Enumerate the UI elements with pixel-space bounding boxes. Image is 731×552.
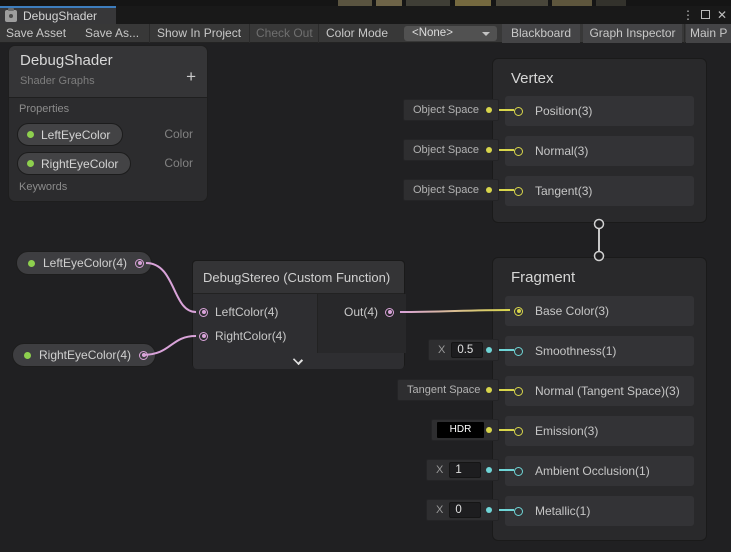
fragment-slot-base-color[interactable]: Base Color(3) (505, 296, 694, 326)
property-pill-righteyecolor[interactable]: RightEyeColor (17, 152, 131, 175)
fragment-slot-emission[interactable]: Emission(3) (505, 416, 694, 446)
position-space-dropdown[interactable]: Object Space (403, 99, 499, 121)
property-color-dot-icon (27, 160, 34, 167)
out-output-port[interactable] (385, 308, 394, 317)
normal-input-port[interactable] (514, 147, 523, 156)
tangent-input-port[interactable] (514, 187, 523, 196)
debugstereo-inputs (193, 294, 317, 353)
vertex-master-node[interactable]: Vertex Position(3) Normal(3) Tangent(3) (492, 58, 707, 223)
smoothness-value-field[interactable]: 0.5 (451, 342, 483, 358)
metallic-input-port[interactable] (514, 507, 523, 516)
ambient-occlusion-value-field[interactable]: 1 (449, 462, 481, 478)
vertex-slot-tangent[interactable]: Tangent(3) (505, 176, 694, 206)
toolbar-divider (149, 24, 150, 43)
property-type-label: Color (164, 127, 193, 141)
blackboard-toggle-button[interactable]: Blackboard (502, 24, 580, 43)
property-pill-lefteyecolor[interactable]: LeftEyeColor (17, 123, 123, 146)
properties-section-label: Properties (19, 103, 69, 115)
fragment-slot-ambient-occlusion[interactable]: Ambient Occlusion(1) (505, 456, 694, 486)
vertex-node-title: Vertex (511, 70, 554, 87)
property-color-dot-icon (24, 352, 31, 359)
dropdown-arrow-icon (482, 32, 490, 36)
hdr-color-swatch[interactable]: HDR (437, 422, 484, 438)
port-dot-icon (486, 107, 492, 113)
smoothness-input-port[interactable] (514, 347, 523, 356)
emission-input-port[interactable] (514, 427, 523, 436)
emission-color-widget[interactable]: HDR (431, 419, 499, 441)
fragment-slot-smoothness[interactable]: Smoothness(1) (505, 336, 694, 366)
add-property-button[interactable]: + (186, 68, 196, 85)
debugstereo-input-leftcolor[interactable]: LeftColor(4) (199, 305, 278, 319)
rightcolor-input-port[interactable] (199, 332, 208, 341)
blackboard-panel[interactable]: DebugShader Shader Graphs + Properties L… (8, 45, 208, 202)
main-preview-toggle-button[interactable]: Main P (686, 24, 731, 43)
property-color-dot-icon (27, 131, 34, 138)
port-dot-icon (486, 347, 492, 353)
toolbar-divider (684, 24, 685, 43)
property-type-label: Color (164, 156, 193, 170)
fragment-slot-normal[interactable]: Normal (Tangent Space)(3) (505, 376, 694, 406)
debugstereo-collapse-bar[interactable] (193, 353, 404, 369)
property-color-dot-icon (28, 260, 35, 267)
fragment-node-title: Fragment (511, 269, 575, 286)
smoothness-value-widget[interactable]: X 0.5 (428, 339, 499, 361)
vertex-bottom-stub[interactable] (595, 220, 604, 229)
port-dot-icon (486, 147, 492, 153)
close-icon[interactable]: ✕ (717, 8, 727, 22)
debugstereo-output-out[interactable]: Out(4) (344, 305, 394, 319)
lefteyecolor-output-port[interactable] (135, 259, 144, 268)
base-color-input-port[interactable] (514, 307, 523, 316)
color-mode-value: <None> (412, 27, 453, 39)
fragment-master-node[interactable]: Fragment Base Color(3) Smoothness(1) Nor… (492, 257, 707, 541)
normal-space-dropdown[interactable]: Object Space (403, 139, 499, 161)
shader-graph-icon (5, 10, 17, 22)
vertex-slot-normal[interactable]: Normal(3) (505, 136, 694, 166)
metallic-value-field[interactable]: 0 (449, 502, 481, 518)
color-mode-label: Color Mode (326, 24, 388, 43)
tab-bar: DebugShader ⋮ ✕ (0, 6, 731, 24)
tangent-space-dropdown[interactable]: Object Space (403, 179, 499, 201)
check-out-button[interactable]: Check Out (256, 24, 313, 43)
maximize-icon[interactable] (701, 10, 710, 19)
blackboard-subtitle: Shader Graphs (20, 75, 95, 87)
port-dot-icon (486, 387, 492, 393)
debugstereo-node-title: DebugStereo (Custom Function) (193, 261, 404, 294)
toolbar: Save Asset Save As... Show In Project Ch… (0, 24, 731, 43)
leftcolor-input-port[interactable] (199, 308, 208, 317)
color-mode-dropdown[interactable]: <None> (404, 26, 497, 41)
fragment-top-stub[interactable] (595, 252, 604, 261)
blackboard-title: DebugShader (20, 52, 113, 69)
tab-title: DebugShader (23, 9, 97, 23)
save-asset-button[interactable]: Save Asset (6, 24, 66, 43)
window-menu-icon[interactable]: ⋮ (682, 8, 694, 22)
tab-debugshader[interactable]: DebugShader (0, 6, 116, 24)
port-dot-icon (486, 187, 492, 193)
debugstereo-outputs (317, 294, 406, 353)
wire-lefteyecolor-to-leftcolor[interactable] (146, 263, 196, 312)
blackboard-header: DebugShader Shader Graphs + (9, 46, 207, 98)
lefteyecolor-property-node[interactable]: LeftEyeColor(4) (16, 251, 152, 275)
keywords-section-label: Keywords (19, 181, 67, 193)
fragment-slot-metallic[interactable]: Metallic(1) (505, 496, 694, 526)
ambient-occlusion-input-port[interactable] (514, 467, 523, 476)
position-input-port[interactable] (514, 107, 523, 116)
show-in-project-button[interactable]: Show In Project (157, 24, 241, 43)
port-dot-icon (486, 507, 492, 513)
port-dot-icon (486, 427, 492, 433)
vertex-slot-position[interactable]: Position(3) (505, 96, 694, 126)
righteyecolor-property-node[interactable]: RightEyeColor(4) (12, 343, 156, 367)
graph-inspector-toggle-button[interactable]: Graph Inspector (583, 24, 682, 43)
save-as-button[interactable]: Save As... (85, 24, 139, 43)
port-dot-icon (486, 467, 492, 473)
chevron-down-icon (292, 355, 302, 365)
toolbar-divider (318, 24, 319, 43)
debugstereo-node[interactable]: DebugStereo (Custom Function) LeftColor(… (192, 260, 405, 368)
toolbar-divider (249, 24, 250, 43)
ambient-occlusion-value-widget[interactable]: X 1 (426, 459, 499, 481)
debugstereo-input-rightcolor[interactable]: RightColor(4) (199, 329, 286, 343)
normal-ts-input-port[interactable] (514, 387, 523, 396)
metallic-value-widget[interactable]: X 0 (426, 499, 499, 521)
normal-space-dropdown-fragment[interactable]: Tangent Space (397, 379, 499, 401)
